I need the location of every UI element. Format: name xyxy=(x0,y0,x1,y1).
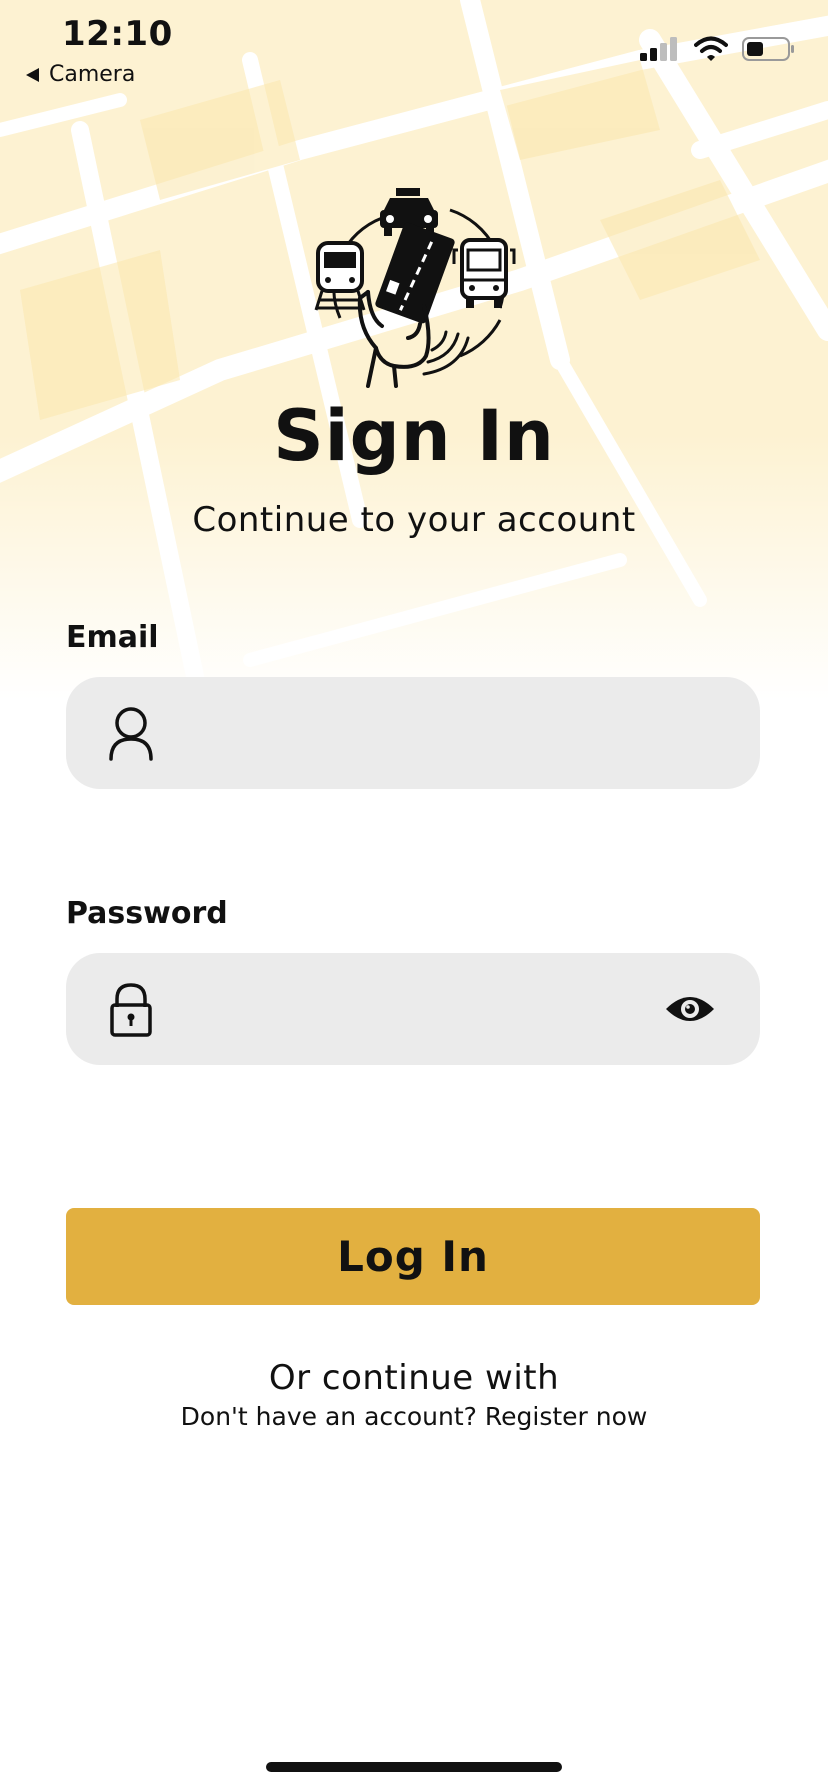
login-button[interactable]: Log In xyxy=(66,1208,760,1305)
train-icon xyxy=(314,241,366,311)
or-continue-with-text: Or continue with xyxy=(268,1358,560,1398)
home-indicator[interactable] xyxy=(266,1762,562,1772)
battery-icon xyxy=(742,37,794,61)
page-subtitle: Continue to your account xyxy=(192,500,636,540)
bus-icon xyxy=(452,238,516,308)
payment-card-icon xyxy=(375,222,455,324)
email-label: Email xyxy=(66,620,159,655)
cellular-signal-icon xyxy=(640,37,677,61)
back-app-label: Camera xyxy=(49,62,136,87)
password-field[interactable] xyxy=(66,953,760,1065)
eye-icon[interactable] xyxy=(664,991,716,1027)
wifi-icon xyxy=(694,36,728,61)
user-icon xyxy=(109,707,153,761)
password-label: Password xyxy=(66,896,228,931)
back-to-camera-link[interactable]: Camera xyxy=(26,62,135,87)
email-field[interactable] xyxy=(66,677,760,789)
page-title: Sign In xyxy=(273,395,555,477)
back-arrow-icon xyxy=(26,67,39,82)
status-icons xyxy=(640,36,796,62)
status-time: 12:10 xyxy=(62,14,173,54)
register-link[interactable]: Don't have an account? Register now xyxy=(0,1402,828,1431)
transit-payment-logo-icon xyxy=(314,188,516,388)
status-bar: 12:10 Camera xyxy=(0,0,828,100)
lock-icon xyxy=(110,983,152,1037)
nfc-waves-icon xyxy=(422,330,470,376)
